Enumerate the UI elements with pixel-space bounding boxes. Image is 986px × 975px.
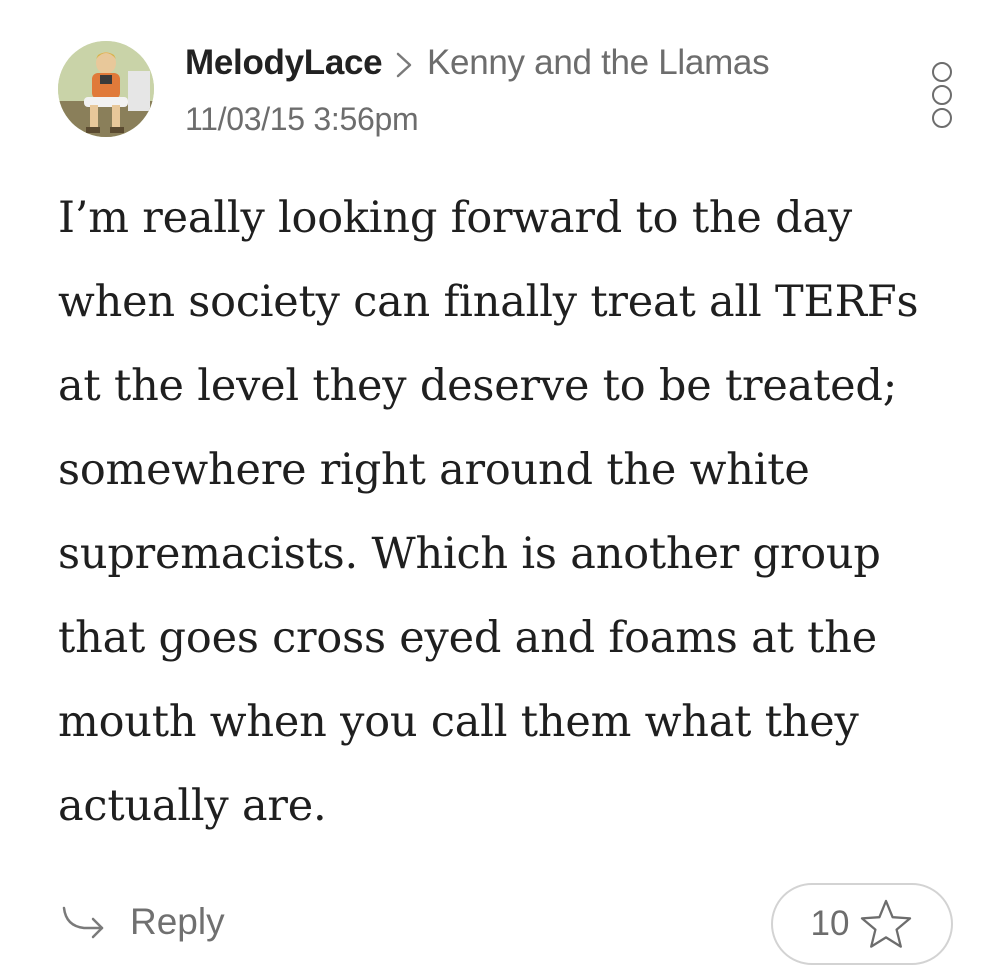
more-options-button[interactable]	[926, 62, 958, 138]
comment-line: somewhere right around the white	[58, 445, 810, 495]
comment-line: when society can finally treat all TERFs	[58, 277, 919, 327]
comment-line: I’m really looking forward to the day	[58, 193, 852, 243]
author-name[interactable]: MelodyLace	[185, 40, 383, 86]
comment-line: supremacists. Which is another group	[58, 529, 881, 579]
more-options-icon	[932, 62, 952, 82]
comment-line: that goes cross eyed and foams at the	[58, 613, 877, 663]
chevron-right-icon	[396, 52, 412, 78]
reply-button[interactable]: Reply	[60, 894, 225, 950]
reply-arrow-icon	[62, 906, 104, 939]
avatar[interactable]	[58, 41, 154, 137]
avatar-illustration	[58, 41, 154, 137]
comment-line: at the level they deserve to be treated;	[58, 361, 898, 411]
more-options-icon	[932, 108, 952, 128]
blog-link[interactable]: Kenny and the Llamas	[427, 40, 770, 86]
comment-timestamp[interactable]: 11/03/15 3:56pm	[185, 97, 419, 141]
star-button[interactable]: 10	[771, 883, 953, 965]
star-count: 10	[810, 904, 850, 943]
comment-line: mouth when you call them what they	[58, 697, 859, 747]
star-outline-icon	[861, 899, 912, 948]
more-options-icon	[932, 85, 952, 105]
comment-body: I’m really looking forward to the day wh…	[58, 176, 963, 848]
comment-line: actually are.	[58, 781, 327, 831]
reply-label: Reply	[130, 901, 225, 942]
